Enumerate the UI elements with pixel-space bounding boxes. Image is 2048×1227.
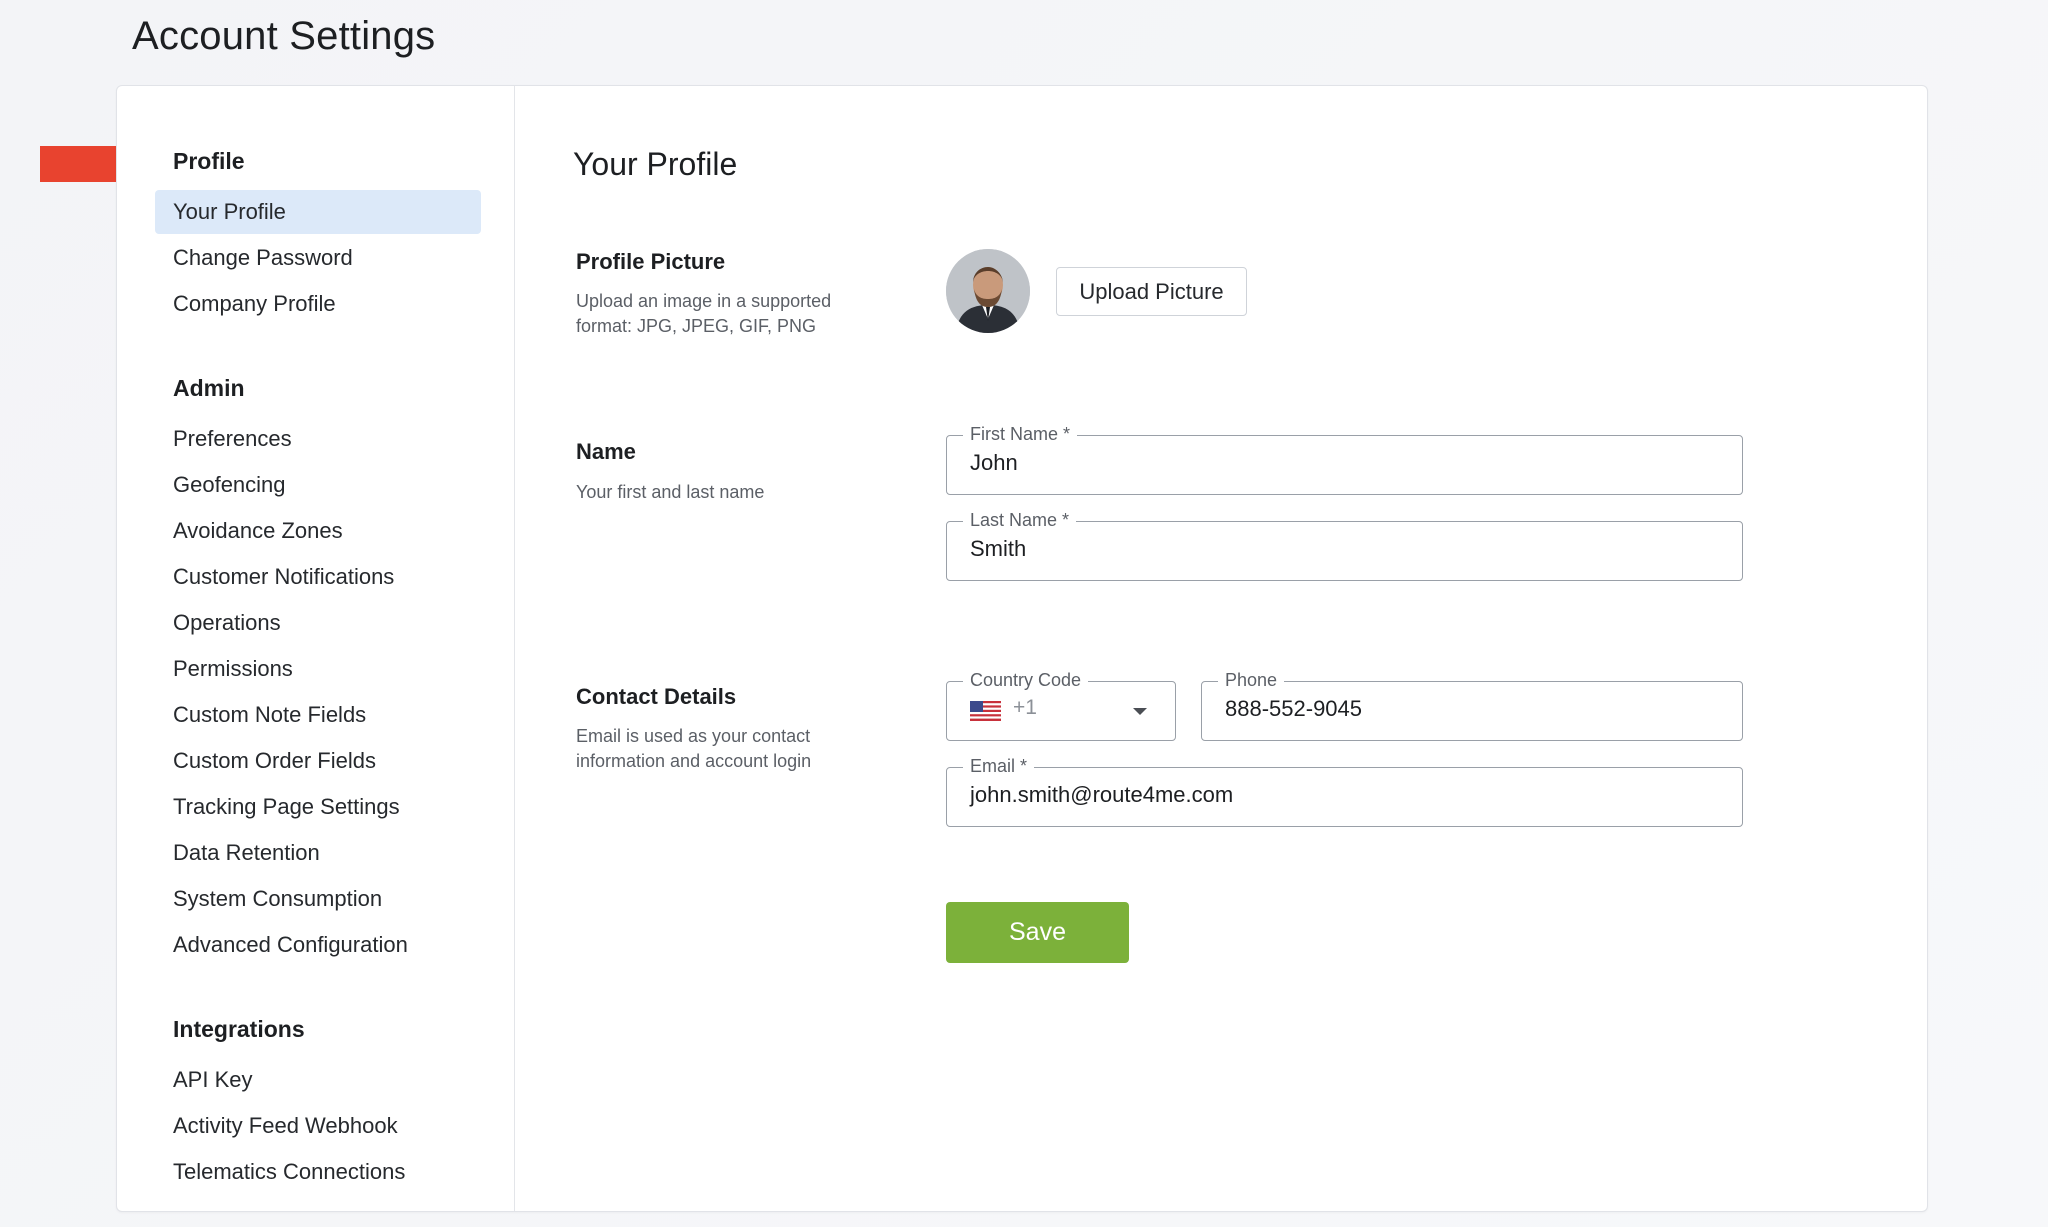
- nav-item-geofencing[interactable]: Geofencing: [155, 463, 481, 507]
- phone-field[interactable]: Phone 888-552-9045: [1201, 669, 1743, 741]
- nav-item-custom-order-fields[interactable]: Custom Order Fields: [155, 739, 481, 783]
- nav-item-tracking-page-settings[interactable]: Tracking Page Settings: [155, 785, 481, 829]
- last-name-field[interactable]: Last Name * Smith: [946, 509, 1743, 581]
- country-code-select[interactable]: Country Code +1: [946, 669, 1176, 741]
- last-name-legend: Last Name *: [963, 509, 1077, 531]
- nav-item-company-profile[interactable]: Company Profile: [155, 282, 481, 326]
- nav-section-admin: Admin: [173, 375, 245, 401]
- nav-item-operations[interactable]: Operations: [155, 601, 481, 645]
- nav-item-api-key[interactable]: API Key: [155, 1058, 481, 1102]
- avatar[interactable]: [946, 249, 1030, 333]
- settings-card: Profile Your Profile Change Password Com…: [116, 85, 1928, 1212]
- us-flag-icon: [970, 701, 1001, 721]
- nav-item-system-consumption[interactable]: System Consumption: [155, 877, 481, 921]
- settings-sidebar: Profile Your Profile Change Password Com…: [117, 86, 515, 1211]
- country-code-legend: Country Code: [963, 669, 1089, 691]
- phone-legend: Phone: [1218, 669, 1285, 691]
- nav-section-profile: Profile: [173, 148, 245, 174]
- profile-picture-label: Profile Picture: [576, 249, 726, 274]
- chevron-down-icon: [1133, 708, 1147, 715]
- nav-item-change-password[interactable]: Change Password: [155, 236, 481, 280]
- nav-item-customer-notifications[interactable]: Customer Notifications: [155, 555, 481, 599]
- email-value: john.smith@route4me.com: [970, 782, 1234, 807]
- nav-item-preferences[interactable]: Preferences: [155, 417, 481, 461]
- email-field[interactable]: Email * john.smith@route4me.com: [946, 755, 1743, 827]
- upload-picture-button[interactable]: Upload Picture: [1056, 267, 1247, 316]
- phone-value: 888-552-9045: [1225, 696, 1363, 721]
- page-title: Account Settings: [132, 14, 436, 58]
- nav-item-activity-feed-webhook[interactable]: Activity Feed Webhook: [155, 1104, 481, 1148]
- first-name-value: John: [970, 450, 1018, 475]
- profile-main: Your Profile Profile Picture Upload an i…: [515, 86, 1927, 1211]
- nav-item-avoidance-zones[interactable]: Avoidance Zones: [155, 509, 481, 553]
- nav-item-permissions[interactable]: Permissions: [155, 647, 481, 691]
- country-code-value: +1: [1013, 696, 1037, 719]
- contact-details-label: Contact Details: [576, 684, 737, 709]
- nav-section-integrations: Integrations: [173, 1016, 305, 1042]
- last-name-value: Smith: [970, 536, 1027, 561]
- nav-item-custom-note-fields[interactable]: Custom Note Fields: [155, 693, 481, 737]
- nav-item-data-retention[interactable]: Data Retention: [155, 831, 481, 875]
- section-title: Your Profile: [573, 146, 738, 182]
- avatar-photo-icon: [946, 249, 1030, 333]
- email-legend: Email *: [963, 755, 1035, 777]
- profile-picture-description: Upload an image in a supported format: J…: [576, 291, 832, 336]
- contact-details-description: Email is used as your contact informatio…: [576, 726, 812, 771]
- first-name-legend: First Name *: [963, 423, 1078, 445]
- nav-item-your-profile[interactable]: Your Profile: [155, 190, 481, 234]
- name-label: Name: [576, 439, 636, 464]
- first-name-field[interactable]: First Name * John: [946, 423, 1743, 495]
- name-description: Your first and last name: [576, 482, 765, 502]
- save-button[interactable]: Save: [946, 902, 1129, 963]
- nav-item-advanced-configuration[interactable]: Advanced Configuration: [155, 923, 481, 967]
- nav-item-telematics-connections[interactable]: Telematics Connections: [155, 1150, 481, 1194]
